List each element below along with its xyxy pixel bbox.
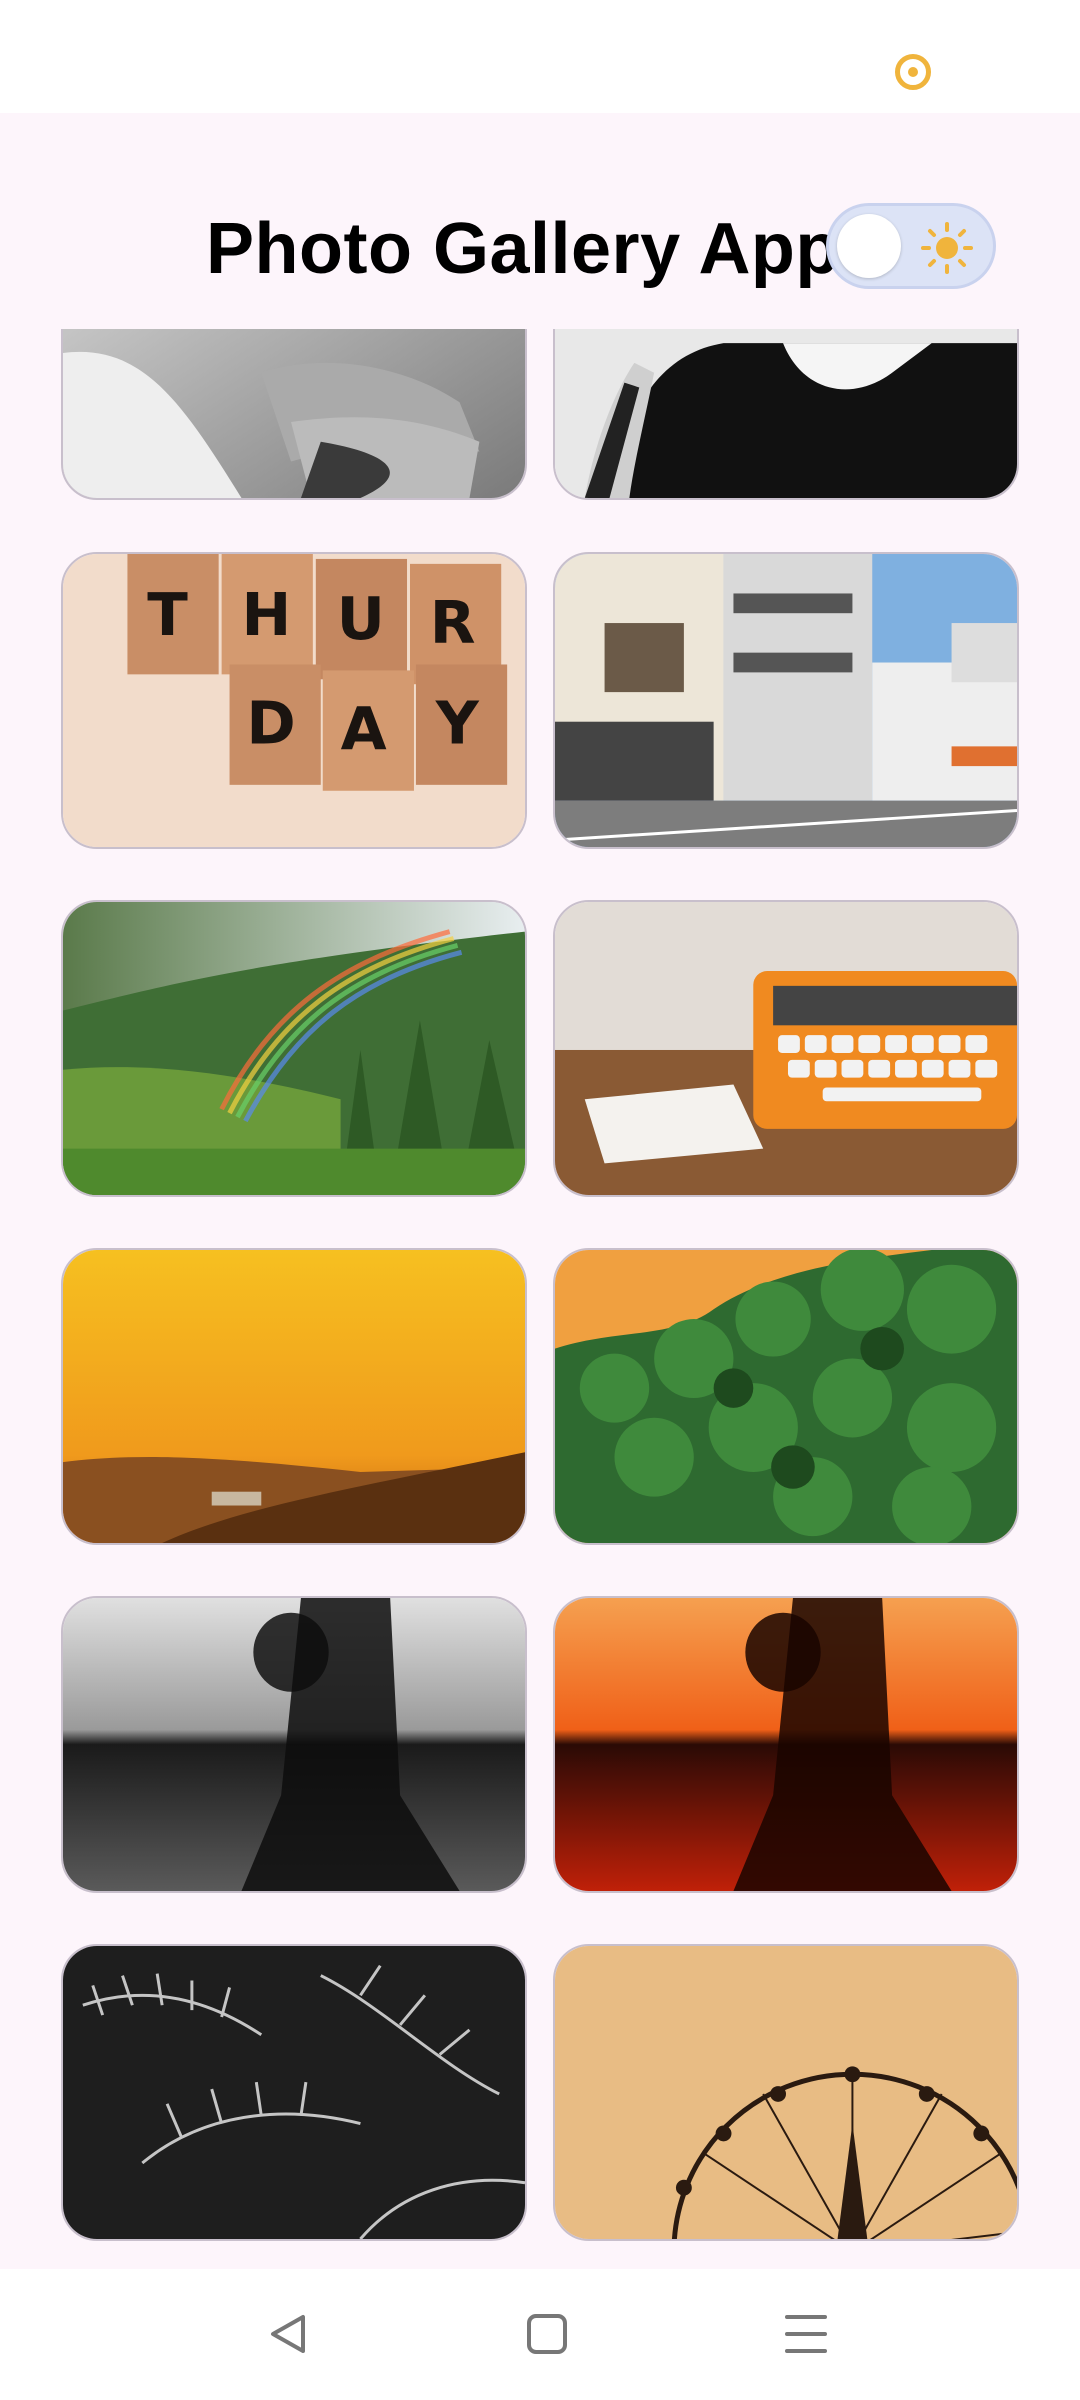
back-icon[interactable] xyxy=(253,2299,323,2369)
photo-sunset-hills[interactable] xyxy=(61,1248,527,1545)
theme-toggle[interactable] xyxy=(826,203,996,289)
focus-indicator-icon xyxy=(895,54,931,90)
menu-icon[interactable] xyxy=(771,2299,841,2369)
photo-motion-blur-bw[interactable] xyxy=(61,1596,527,1893)
svg-text:H: H xyxy=(241,580,291,649)
svg-text:A: A xyxy=(341,694,387,763)
photo-ivy-wall[interactable] xyxy=(553,1248,1019,1545)
photo-motion-blur-orange[interactable] xyxy=(553,1596,1019,1893)
photo-leaves-bw[interactable] xyxy=(61,1944,527,2241)
photo-woman-black-dress[interactable] xyxy=(553,329,1019,500)
photo-grid[interactable]: THUR DAY xyxy=(0,329,1080,2269)
home-icon[interactable] xyxy=(512,2299,582,2369)
photo-thursday-blocks[interactable]: THUR DAY xyxy=(61,552,527,849)
svg-text:U: U xyxy=(337,584,385,653)
svg-text:Y: Y xyxy=(435,689,480,758)
photo-orange-typewriter[interactable] xyxy=(553,900,1019,1197)
photo-street-buildings[interactable] xyxy=(553,552,1019,849)
sun-icon xyxy=(921,222,973,274)
status-bar xyxy=(0,0,1080,113)
toggle-knob xyxy=(837,214,901,278)
svg-text:T: T xyxy=(147,580,188,649)
photo-ferris-wheel[interactable] xyxy=(553,1944,1019,2241)
page-title: Photo Gallery App xyxy=(206,209,840,289)
svg-text:D: D xyxy=(246,689,295,758)
system-nav-bar xyxy=(0,2269,1080,2400)
svg-text:R: R xyxy=(430,588,476,657)
photo-hands-monochrome[interactable] xyxy=(61,329,527,500)
photo-rainbow-forest[interactable] xyxy=(61,900,527,1197)
